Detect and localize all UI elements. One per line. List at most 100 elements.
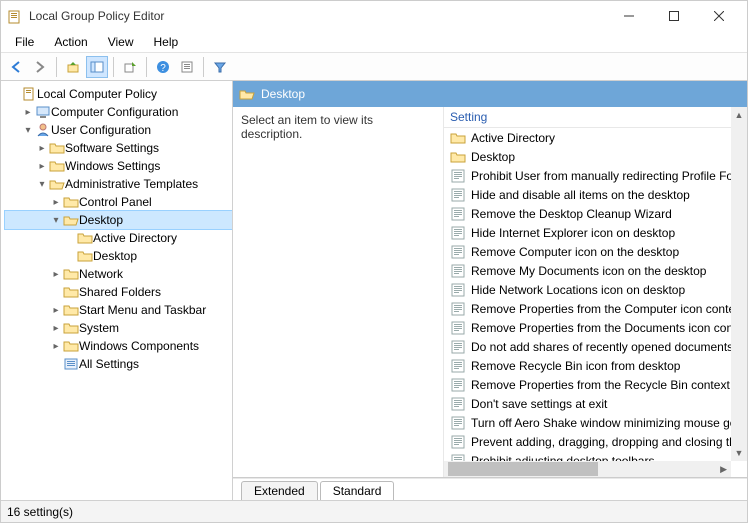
titlebar: Local Group Policy Editor [1, 1, 747, 31]
tree-label: System [79, 321, 119, 335]
chevron-right-icon[interactable]: ▸ [49, 197, 63, 208]
tree-all-settings[interactable]: All Settings [5, 355, 232, 373]
tree-active-directory[interactable]: Active Directory [5, 229, 232, 247]
setting-label: Remove Recycle Bin icon from desktop [471, 359, 680, 373]
tree-desktop-sub[interactable]: Desktop [5, 247, 232, 265]
settings-list[interactable]: Setting Active DirectoryDesktopProhibit … [443, 107, 747, 477]
chevron-down-icon[interactable]: ▾ [49, 215, 63, 226]
menu-help[interactable]: Help [144, 33, 189, 51]
setting-row[interactable]: Remove Properties from the Documents ico… [444, 318, 747, 337]
folder-icon [63, 266, 79, 282]
menu-view[interactable]: View [98, 33, 144, 51]
tree-label: Local Computer Policy [37, 87, 157, 101]
chevron-down-icon[interactable]: ▾ [35, 179, 49, 190]
tree-shared-folders[interactable]: Shared Folders [5, 283, 232, 301]
setting-row[interactable]: Remove Properties from the Computer icon… [444, 299, 747, 318]
setting-row[interactable]: Don't save settings at exit [444, 394, 747, 413]
setting-label: Remove Properties from the Computer icon… [471, 302, 735, 316]
vertical-scrollbar[interactable]: ▲ ▼ [731, 107, 747, 461]
chevron-right-icon[interactable]: ▸ [35, 161, 49, 172]
tree-root[interactable]: Local Computer Policy [5, 85, 232, 103]
help-button[interactable]: ? [152, 56, 174, 78]
folder-icon [450, 130, 466, 146]
close-button[interactable] [696, 2, 741, 30]
setting-row[interactable]: Hide Internet Explorer icon on desktop [444, 223, 747, 242]
setting-row[interactable]: Active Directory [444, 128, 747, 147]
tree-label: Shared Folders [79, 285, 161, 299]
chevron-right-icon[interactable]: ▸ [35, 143, 49, 154]
setting-label: Hide Network Locations icon on desktop [471, 283, 685, 297]
setting-row[interactable]: Desktop [444, 147, 747, 166]
description-pane: Select an item to view its description. [233, 107, 443, 477]
export-button[interactable] [119, 56, 141, 78]
setting-row[interactable]: Prohibit User from manually redirecting … [444, 166, 747, 185]
setting-row[interactable]: Hide Network Locations icon on desktop [444, 280, 747, 299]
tree-start-menu[interactable]: ▸ Start Menu and Taskbar [5, 301, 232, 319]
minimize-button[interactable] [606, 2, 651, 30]
tree-windows-settings[interactable]: ▸ Windows Settings [5, 157, 232, 175]
description-text: Select an item to view its description. [241, 113, 373, 141]
tree-pane[interactable]: Local Computer Policy ▸ Computer Configu… [1, 81, 233, 500]
setting-row[interactable]: Do not add shares of recently opened doc… [444, 337, 747, 356]
scroll-thumb[interactable] [448, 462, 598, 476]
folder-icon [63, 338, 79, 354]
filter-button[interactable] [209, 56, 231, 78]
tree-windows-components[interactable]: ▸ Windows Components [5, 337, 232, 355]
forward-button[interactable] [29, 56, 51, 78]
scroll-up-icon[interactable]: ▲ [731, 107, 747, 123]
folder-icon [77, 230, 93, 246]
scroll-right-icon[interactable]: ▶ [716, 464, 731, 475]
tree-network[interactable]: ▸ Network [5, 265, 232, 283]
horizontal-scrollbar[interactable]: ▶ [444, 461, 731, 477]
chevron-down-icon[interactable]: ▾ [21, 125, 35, 136]
svg-text:?: ? [160, 63, 166, 74]
tree-system[interactable]: ▸ System [5, 319, 232, 337]
tree-control-panel[interactable]: ▸ Control Panel [5, 193, 232, 211]
policy-icon [450, 282, 466, 298]
policy-icon [450, 358, 466, 374]
chevron-right-icon[interactable]: ▸ [49, 269, 63, 280]
folder-icon [63, 194, 79, 210]
setting-row[interactable]: Turn off Aero Shake window minimizing mo… [444, 413, 747, 432]
statusbar: 16 setting(s) [1, 500, 747, 522]
tree-user-config[interactable]: ▾ User Configuration [5, 121, 232, 139]
setting-label: Remove the Desktop Cleanup Wizard [471, 207, 672, 221]
show-hide-tree-button[interactable] [86, 56, 108, 78]
tab-extended[interactable]: Extended [241, 481, 318, 500]
setting-row[interactable]: Remove Computer icon on the desktop [444, 242, 747, 261]
folder-icon [63, 302, 79, 318]
setting-label: Turn off Aero Shake window minimizing mo… [471, 416, 736, 430]
tree-desktop[interactable]: ▾ Desktop [5, 211, 232, 229]
folder-icon [63, 284, 79, 300]
tree-label: Administrative Templates [65, 177, 198, 191]
chevron-right-icon[interactable]: ▸ [21, 107, 35, 118]
policy-icon [450, 206, 466, 222]
setting-row[interactable]: Remove Recycle Bin icon from desktop [444, 356, 747, 375]
tree-computer-config[interactable]: ▸ Computer Configuration [5, 103, 232, 121]
setting-row[interactable]: Remove the Desktop Cleanup Wizard [444, 204, 747, 223]
column-header-setting[interactable]: Setting [444, 107, 747, 128]
up-button[interactable] [62, 56, 84, 78]
chevron-right-icon[interactable]: ▸ [49, 323, 63, 334]
policy-icon [450, 225, 466, 241]
setting-row[interactable]: Remove My Documents icon on the desktop [444, 261, 747, 280]
back-button[interactable] [5, 56, 27, 78]
toolbar-separator [113, 57, 114, 77]
tab-standard[interactable]: Standard [320, 481, 395, 500]
chevron-right-icon[interactable]: ▸ [49, 341, 63, 352]
chevron-right-icon[interactable]: ▸ [49, 305, 63, 316]
scroll-down-icon[interactable]: ▼ [731, 445, 747, 461]
maximize-button[interactable] [651, 2, 696, 30]
tree-admin-templates[interactable]: ▾ Administrative Templates [5, 175, 232, 193]
tree-software-settings[interactable]: ▸ Software Settings [5, 139, 232, 157]
policy-icon [450, 415, 466, 431]
toolbar-separator [146, 57, 147, 77]
setting-row[interactable]: Remove Properties from the Recycle Bin c… [444, 375, 747, 394]
menu-action[interactable]: Action [44, 33, 97, 51]
policy-icon [450, 377, 466, 393]
setting-row[interactable]: Hide and disable all items on the deskto… [444, 185, 747, 204]
setting-row[interactable]: Prevent adding, dragging, dropping and c… [444, 432, 747, 451]
properties-button[interactable] [176, 56, 198, 78]
menu-file[interactable]: File [5, 33, 44, 51]
policy-icon [450, 434, 466, 450]
